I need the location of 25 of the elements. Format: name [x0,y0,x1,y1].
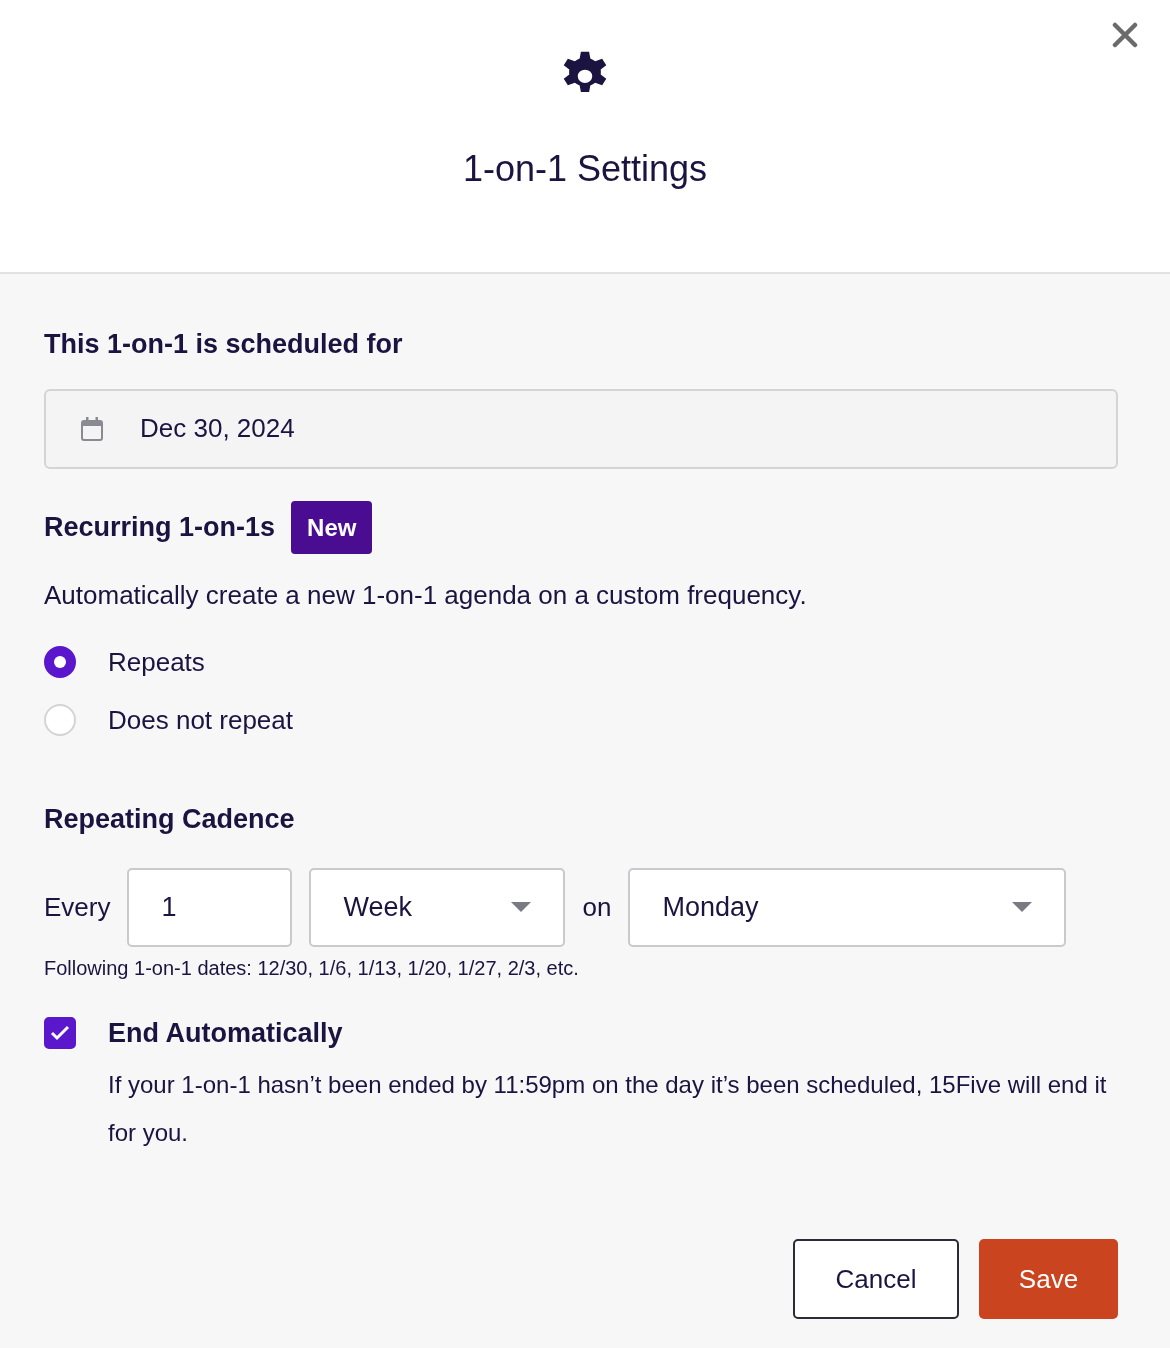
dialog-title: 1-on-1 Settings [461,147,709,191]
section-heading: Repeating Cadence [44,803,296,837]
save-button[interactable]: Save [979,1239,1118,1320]
date-field[interactable]: Dec 30, 2024 [44,388,1118,469]
caret-icon [511,902,532,913]
radio-label[interactable]: Does not repeat [108,700,293,740]
interval-field[interactable]: 1 [127,867,293,947]
section-heading: Recurring 1-on-1s [44,511,276,545]
check-icon [50,1024,70,1041]
cancel-button[interactable]: Cancel [793,1239,959,1320]
on-label: on [582,890,612,924]
checkbox-label[interactable]: End Automatically [108,1012,343,1054]
radio-label[interactable]: Repeats [108,642,205,682]
section-heading: This 1-on-1 is scheduled for [44,328,404,361]
description-text: Automatically create a new 1-on-1 agenda on a custom frequency. [44,579,808,613]
new-badge: New [291,500,373,555]
every-label: Every [44,890,111,924]
calendar-icon [80,415,104,442]
dropdown[interactable]: Monday [628,867,1067,947]
following-dates-text: Following 1-on-1 dates: 12/30, 1/6, 1/13, 1/20, 1/27, 2/3, etc. [44,955,580,981]
description-text: If your 1-on-1 hasn’t been ended by 11:59pm on the day it’s been scheduled, 15Five will end it for you. [108,1070,1108,1149]
radio-button[interactable] [44,646,76,679]
dropdown[interactable]: Week [309,867,566,947]
caret-icon [1012,902,1033,913]
checkbox[interactable] [44,1016,76,1049]
